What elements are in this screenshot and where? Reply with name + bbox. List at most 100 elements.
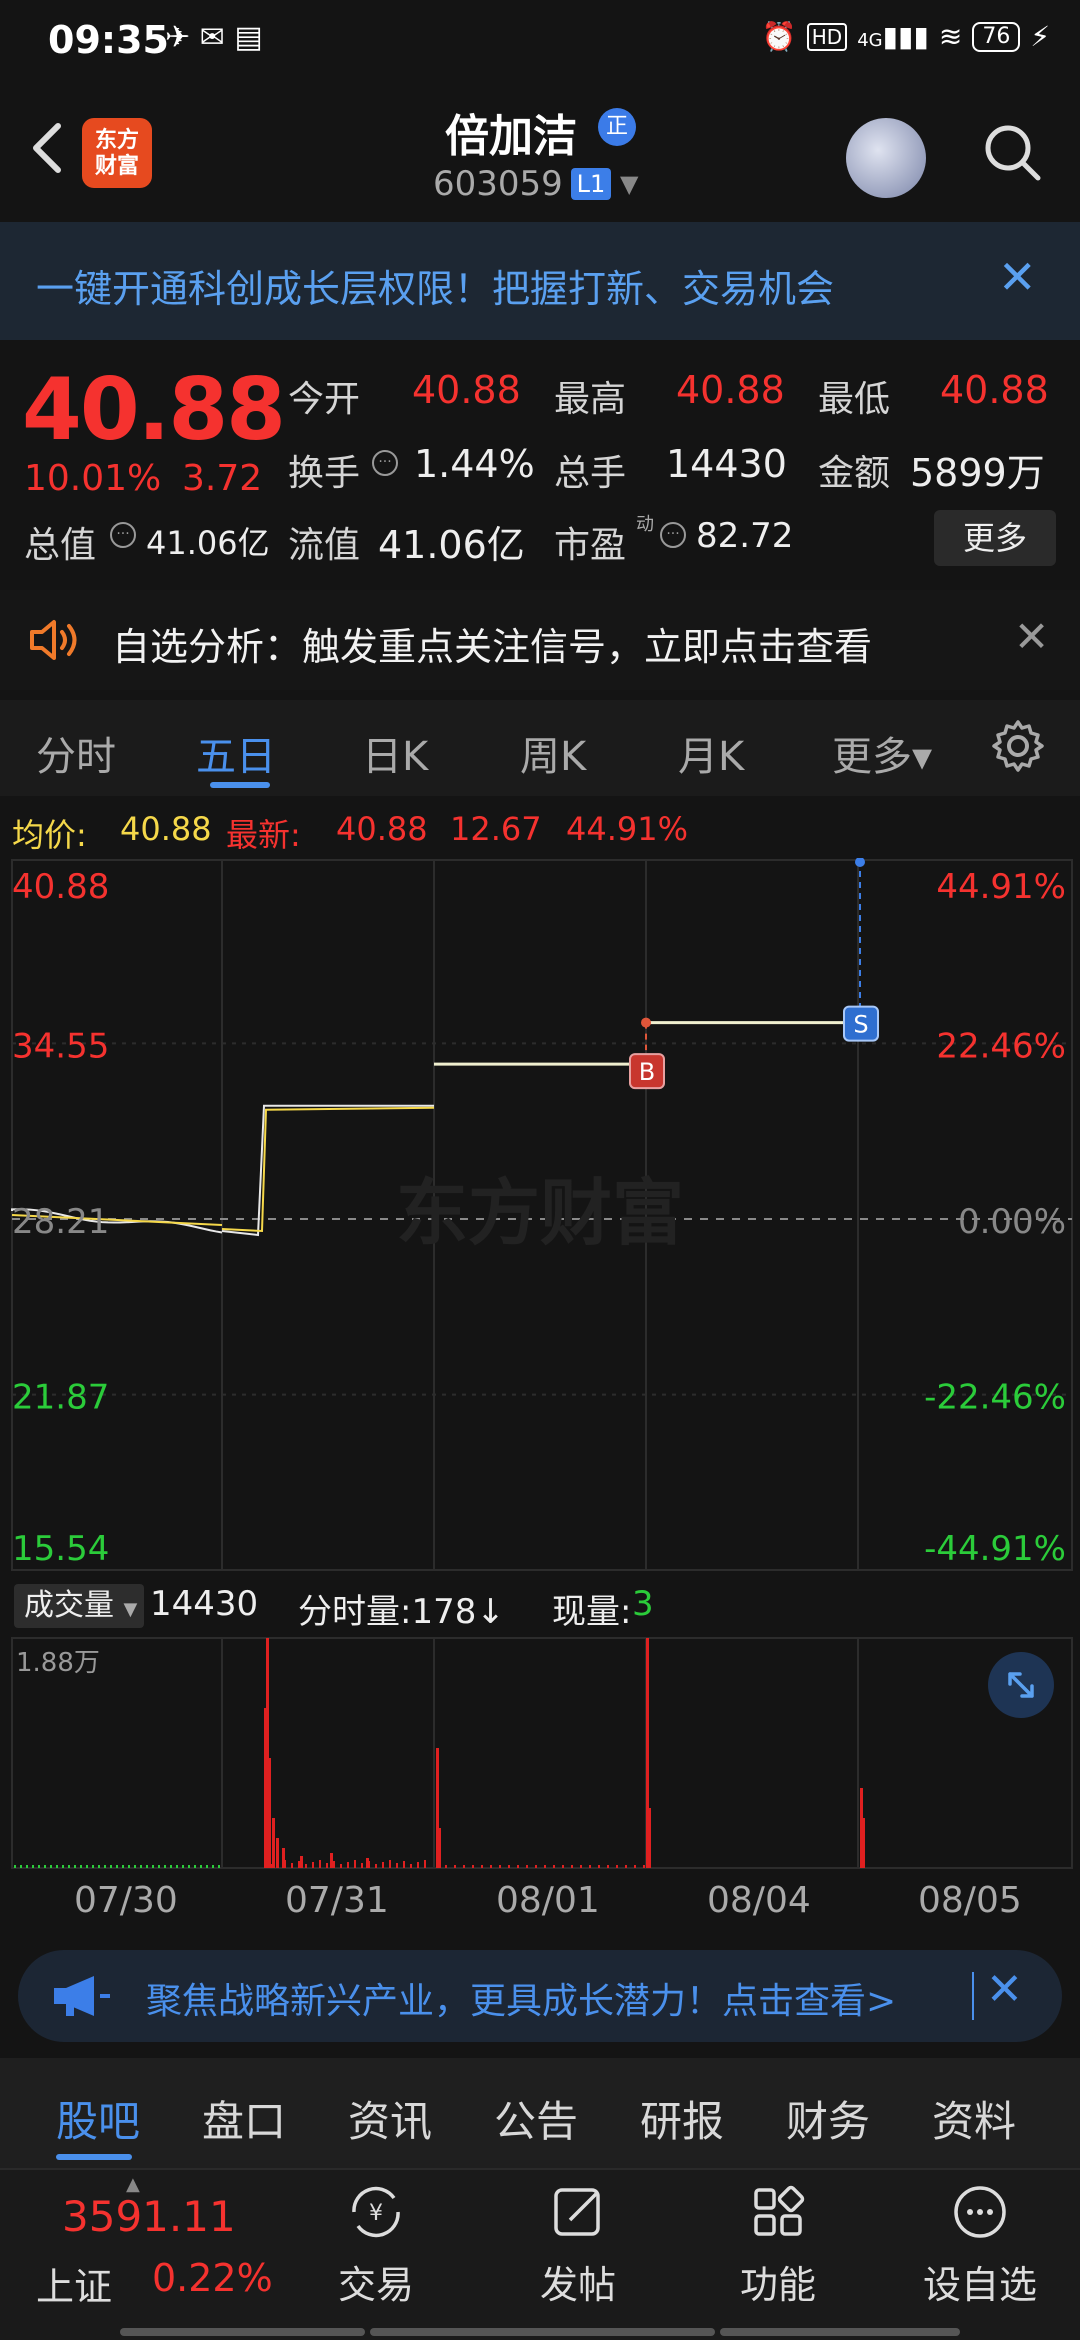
tab-research[interactable]: 研报: [640, 2088, 724, 2149]
nav-label[interactable]: 发帖: [508, 2254, 648, 2309]
nav-trade[interactable]: ¥ 交易: [306, 2180, 446, 2309]
edit-icon: [554, 2188, 600, 2236]
tab-more[interactable]: 更多▾: [832, 724, 932, 782]
volume-bar: [463, 1865, 465, 1868]
back-arrow-icon[interactable]: [22, 118, 72, 178]
volume-indicator-select[interactable]: 成交量 ▼: [14, 1584, 144, 1628]
tab-five-day[interactable]: 五日: [196, 724, 276, 782]
nav-add-watchlist[interactable]: 设自选: [910, 2180, 1050, 2309]
chevron-down-icon[interactable]: ▼: [124, 1599, 138, 1620]
volume-bar: [312, 1862, 314, 1868]
stock-code[interactable]: 603059: [433, 164, 563, 204]
close-icon[interactable]: ✕: [986, 1964, 1023, 2015]
more-button[interactable]: 更多: [934, 510, 1056, 566]
wifi-icon: ≋: [938, 20, 963, 53]
nav-label[interactable]: 交易: [306, 2254, 446, 2309]
pe-superscript: 动: [636, 514, 654, 535]
stock-name: 倍加洁: [445, 111, 577, 162]
tab-financials[interactable]: 财务: [786, 2088, 870, 2149]
volume-bar: [424, 1860, 426, 1868]
change-value: 3.72: [182, 458, 263, 499]
analysis-text[interactable]: 自选分析：触发重点关注信号，立即点击查看: [112, 616, 872, 671]
trade-icon: ¥: [352, 2186, 400, 2238]
close-icon[interactable]: ✕: [1014, 612, 1049, 661]
trade-markers: BS: [629, 858, 879, 1090]
system-icons: ⏰ HD 4G▮▮▮ ≋ 76 ⚡: [762, 20, 1050, 53]
date-label: 08/04: [707, 1880, 811, 1921]
tab-guba[interactable]: 股吧: [56, 2088, 140, 2149]
volume-bar: [182, 1865, 184, 1868]
volume-bar: [140, 1865, 142, 1868]
volume-bar: [26, 1865, 28, 1868]
info-icon[interactable]: ···: [660, 522, 686, 548]
volume-bar: [375, 1864, 377, 1868]
search-icon[interactable]: [980, 120, 1044, 184]
volume-bar: [270, 1864, 272, 1868]
volume-bar: [333, 1861, 335, 1868]
tab-profile[interactable]: 资料: [932, 2088, 1016, 2149]
nav-functions[interactable]: 功能: [708, 2180, 848, 2309]
volume-bar: [38, 1865, 40, 1868]
tab-weekly-k[interactable]: 周K: [520, 724, 586, 782]
focus-banner[interactable]: 聚焦战略新兴产业，更具成长潜力！点击查看> ✕: [18, 1950, 1062, 2042]
open-label: 今开: [288, 379, 361, 420]
volume-bar: [410, 1864, 412, 1868]
volume-bar: [152, 1865, 154, 1868]
tab-news[interactable]: 资讯: [348, 2088, 432, 2149]
tab-monthly-k[interactable]: 月K: [678, 724, 744, 782]
low-label: 最低: [818, 379, 891, 420]
current-volume-value: 3: [632, 1584, 654, 1624]
volume-label[interactable]: 成交量: [24, 1588, 114, 1623]
level-badge[interactable]: L1: [571, 168, 611, 200]
nav-label[interactable]: 功能: [708, 2254, 848, 2309]
volume-bar: [300, 1856, 303, 1868]
info-icon[interactable]: ···: [110, 522, 136, 548]
chevron-down-icon[interactable]: ▼: [620, 170, 638, 198]
y-tick-left: 21.87: [12, 1378, 109, 1418]
volume-bar: [396, 1863, 398, 1868]
tab-announcements[interactable]: 公告: [494, 2088, 578, 2149]
expand-arrows-icon[interactable]: [988, 1652, 1054, 1718]
bottom-nav: ▲ 3591.11 上证 0.22% ¥ 交易 发帖 功能 设自选: [0, 2168, 1080, 2340]
volume-bar: [170, 1865, 172, 1868]
status-bar: 09:35 ✈ ✉ ▤ ⏰ HD 4G▮▮▮ ≋ 76 ⚡: [0, 0, 1080, 84]
volume-bar: [382, 1862, 384, 1868]
volume-bar: [56, 1865, 58, 1868]
date-label: 07/31: [285, 1880, 389, 1921]
notification-icons: ✈ ✉ ▤: [165, 20, 263, 55]
volume-bar: [50, 1865, 52, 1868]
volume-value: 14430: [666, 442, 787, 486]
nav-label[interactable]: 设自选: [910, 2254, 1050, 2309]
tab-order-book[interactable]: 盘口: [202, 2088, 286, 2149]
y-tick-right: 0.00%: [958, 1202, 1066, 1242]
volume-bar: [14, 1865, 16, 1868]
volume-bar: [589, 1865, 591, 1868]
volume-bar: [445, 1865, 447, 1868]
nav-post[interactable]: 发帖: [508, 2180, 648, 2309]
promo-text[interactable]: 一键开通科创成长层权限！把握打新、交易机会: [36, 258, 834, 313]
volume-bar: [298, 1861, 300, 1868]
index-name[interactable]: 上证: [36, 2256, 112, 2311]
open-value: 40.88: [412, 368, 521, 412]
date-axis: 07/30 07/31 08/01 08/04 08/05: [0, 1880, 1080, 1930]
robot-assistant-icon[interactable]: [846, 118, 926, 198]
volume-bar: [340, 1864, 342, 1868]
turnover-value: 1.44%: [414, 442, 535, 486]
info-icon[interactable]: ···: [372, 450, 398, 476]
index-value[interactable]: 3591.11: [62, 2192, 236, 2241]
tab-intraday[interactable]: 分时: [36, 724, 116, 782]
tab-daily-k[interactable]: 日K: [362, 724, 428, 782]
gear-icon[interactable]: [990, 718, 1046, 774]
analysis-notice[interactable]: 自选分析：触发重点关注信号，立即点击查看 ✕: [0, 590, 1080, 690]
volume-bar: [164, 1865, 166, 1868]
float-value: 41.06亿: [378, 523, 525, 567]
index-percent[interactable]: 0.22%: [152, 2256, 273, 2300]
close-icon[interactable]: ✕: [998, 250, 1037, 304]
volume-header: 成交量 ▼ 14430 分时量:178↓ 现量: 3: [0, 1580, 1080, 1636]
volume-bar: [134, 1865, 136, 1868]
promo-banner[interactable]: 一键开通科创成长层权限！把握打新、交易机会 ✕: [0, 222, 1080, 340]
price-chart[interactable]: 东方财富 40.88 34.55 28.21 21.87 15.54 44.91% 22.4…: [0, 858, 1080, 1880]
focus-text[interactable]: 聚焦战略新兴产业，更具成长潜力！点击查看>: [146, 1972, 896, 2024]
expand-icon[interactable]: [988, 1652, 1054, 1718]
chart-legend: 均价: 40.88 最新: 40.88 12.67 44.91%: [0, 800, 1080, 858]
